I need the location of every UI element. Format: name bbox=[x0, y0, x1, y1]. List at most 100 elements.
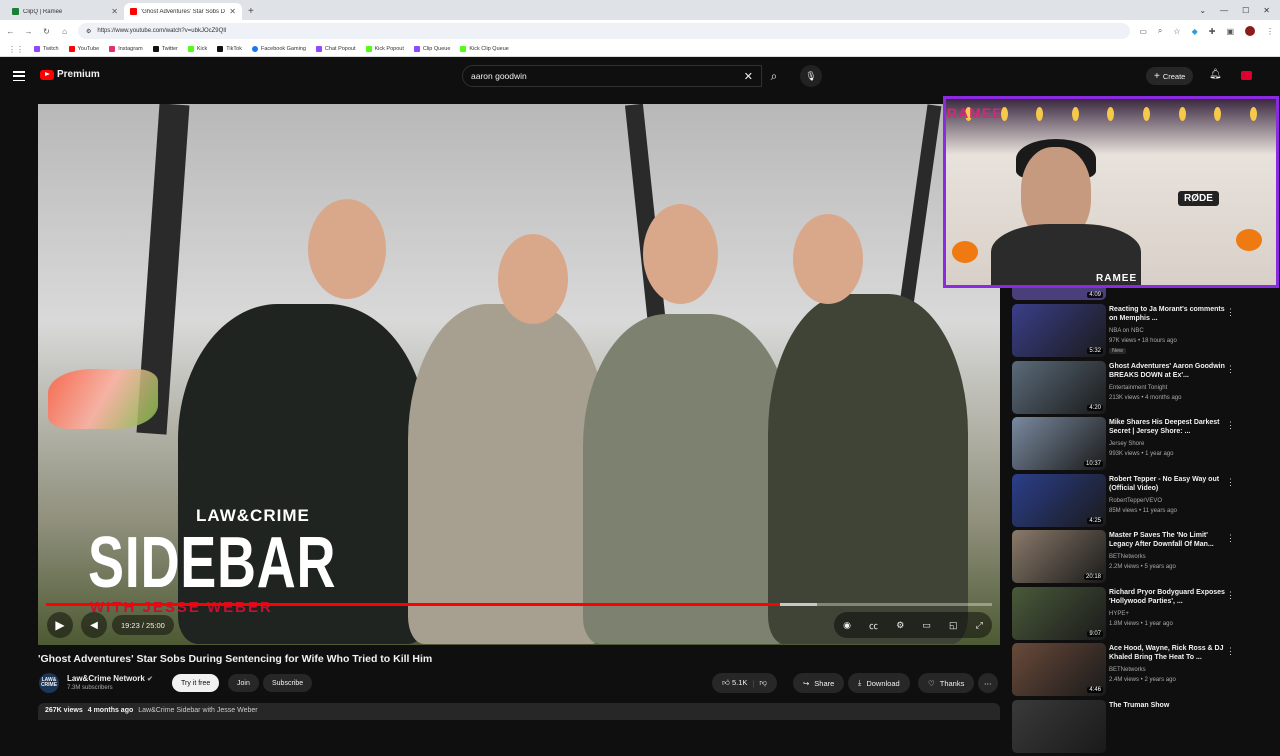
recommended-video[interactable]: 4:46 Ace Hood, Wayne, Rick Ross & DJ Khal… bbox=[1012, 643, 1252, 699]
more-options-icon[interactable]: ⋮ bbox=[1226, 646, 1235, 657]
video-title[interactable]: Mike Shares His Deepest Darkest Secret |… bbox=[1109, 418, 1229, 437]
bookmark[interactable]: Clip Queue bbox=[413, 46, 450, 52]
site-info-icon[interactable]: ⚙ bbox=[86, 28, 91, 35]
video-thumbnail[interactable]: 20:18 bbox=[1012, 530, 1106, 583]
progress-bar[interactable] bbox=[46, 603, 992, 606]
try-it-free-button[interactable]: Try it free bbox=[172, 674, 220, 692]
bookmark[interactable]: Kick Popout bbox=[365, 46, 404, 52]
video-player[interactable]: LAW&CRIME SIDEBAR WITH JESSE WEBER ▶ ◀ 1… bbox=[38, 104, 1000, 645]
like-button[interactable]: 👍︎ 5.1K bbox=[722, 678, 747, 688]
more-options-icon[interactable]: ⋮ bbox=[1226, 307, 1235, 318]
video-thumbnail[interactable]: 4:20 bbox=[1012, 360, 1106, 414]
video-thumbnail[interactable] bbox=[1012, 699, 1106, 753]
share-button[interactable]: ↪ Share bbox=[793, 673, 845, 693]
more-options-icon[interactable]: ⋮ bbox=[1226, 477, 1235, 488]
recommended-video[interactable]: 5:32 Reacting to Ja Morant's comments on … bbox=[1012, 304, 1252, 360]
forward-icon[interactable]: → bbox=[24, 27, 33, 36]
voice-search-button[interactable]: 🎙︎ bbox=[800, 65, 822, 87]
subscribe-button[interactable]: Subscribe bbox=[263, 674, 313, 692]
channel-name[interactable]: HYPE+ bbox=[1109, 611, 1129, 617]
video-title[interactable]: Ace Hood, Wayne, Rick Ross & DJ Khaled B… bbox=[1109, 644, 1229, 663]
channel-name[interactable]: Entertainment Tonight bbox=[1109, 385, 1167, 391]
recommended-video[interactable]: 10:37 Mike Shares His Deepest Darkest Sec… bbox=[1012, 417, 1252, 473]
cast-icon[interactable]: ▭ bbox=[1139, 27, 1147, 36]
search-input[interactable]: aaron goodwin ✕ bbox=[462, 65, 762, 87]
video-title[interactable]: Ghost Adventures' Aaron Goodwin BREAKS D… bbox=[1109, 362, 1229, 381]
channel-name[interactable]: Jersey Shore bbox=[1109, 441, 1144, 447]
home-icon[interactable]: ⌂ bbox=[60, 27, 69, 36]
minimize-icon[interactable]: — bbox=[1220, 6, 1228, 15]
video-title[interactable]: The Truman Show bbox=[1109, 701, 1229, 710]
puzzle-icon[interactable]: ✚ bbox=[1209, 27, 1216, 36]
channel-name[interactable]: RobertTepperVEVO bbox=[1109, 498, 1162, 504]
new-tab-icon[interactable]: + bbox=[242, 3, 260, 20]
apps-icon[interactable]: ⋮⋮ bbox=[8, 45, 24, 54]
tab-search-icon[interactable]: ⌄ bbox=[1199, 6, 1206, 15]
bookmark[interactable]: Chat Popout bbox=[315, 46, 356, 52]
channel-avatar[interactable]: LAW& CRIME bbox=[39, 673, 59, 693]
bookmark[interactable]: TikTok bbox=[217, 46, 242, 52]
search-button[interactable]: ⌕ bbox=[762, 65, 786, 87]
zoom-icon[interactable]: ⌕ bbox=[1158, 26, 1162, 36]
video-thumbnail[interactable]: 4:25 bbox=[1012, 473, 1106, 527]
thanks-button[interactable]: ♡ Thanks bbox=[918, 673, 975, 693]
close-tab-icon[interactable]: ✕ bbox=[111, 7, 118, 16]
cast-icon[interactable]: ◱ bbox=[949, 620, 958, 631]
bookmark[interactable]: Instagram bbox=[109, 46, 143, 52]
clear-search-icon[interactable]: ✕ bbox=[744, 70, 753, 83]
close-window-icon[interactable]: ✕ bbox=[1263, 6, 1270, 15]
create-button[interactable]: + Create bbox=[1146, 67, 1194, 85]
bookmark[interactable]: Twitter bbox=[152, 46, 178, 52]
more-options-icon[interactable]: ⋮ bbox=[1226, 364, 1235, 375]
video-title[interactable]: Reacting to Ja Morant's comments on Memp… bbox=[1109, 305, 1229, 324]
channel-name[interactable]: NBA on NBC bbox=[1109, 328, 1144, 334]
reload-icon[interactable]: ↻ bbox=[42, 27, 51, 36]
sidebar-icon[interactable]: ▣ bbox=[1226, 27, 1234, 36]
channel-name[interactable]: BETNetworks bbox=[1109, 667, 1146, 673]
channel-name[interactable]: BETNetworks bbox=[1109, 554, 1146, 560]
close-tab-icon[interactable]: ✕ bbox=[229, 7, 236, 16]
recommended-video[interactable]: 9:07 Richard Pryor Bodyguard Exposes 'Hol… bbox=[1012, 586, 1252, 643]
bookmark[interactable]: Kick bbox=[187, 46, 207, 52]
recommended-video[interactable]: 4:20 Ghost Adventures' Aaron Goodwin BREA… bbox=[1012, 360, 1252, 417]
more-actions-button[interactable]: ⋯ bbox=[978, 673, 998, 693]
recommended-video[interactable]: 4:25 Robert Tepper - No Easy Way out (Off… bbox=[1012, 473, 1252, 530]
dislike-button[interactable]: 👎︎ bbox=[759, 678, 767, 688]
maximize-icon[interactable]: ☐ bbox=[1242, 6, 1249, 15]
youtube-logo[interactable]: Premium bbox=[40, 69, 100, 80]
notifications-bell-icon[interactable]: 🔔︎ bbox=[1209, 69, 1222, 80]
browser-menu-icon[interactable]: ⋮ bbox=[1266, 27, 1274, 36]
video-thumbnail[interactable]: 5:32 bbox=[1012, 304, 1106, 357]
download-button[interactable]: ⤓ Download bbox=[848, 673, 910, 693]
video-thumbnail[interactable]: 10:37 bbox=[1012, 417, 1106, 470]
browser-tab-clipq[interactable]: ClipQ | Ramee ✕ bbox=[6, 3, 124, 20]
autoplay-toggle-icon[interactable]: ◉ bbox=[843, 620, 851, 631]
bookmark[interactable]: Kick Clip Queue bbox=[460, 46, 509, 52]
description-box[interactable]: 267K views 4 months ago Law&Crime Sideba… bbox=[38, 703, 1000, 720]
join-button[interactable]: Join bbox=[228, 674, 259, 692]
browser-tab-youtube[interactable]: 'Ghost Adventures' Star Sobs D ✕ bbox=[124, 3, 242, 20]
more-options-icon[interactable]: ⋮ bbox=[1226, 590, 1235, 601]
extension-icon[interactable]: ◆ bbox=[1192, 27, 1198, 36]
video-thumbnail[interactable]: 9:07 bbox=[1012, 586, 1106, 640]
recommended-video[interactable]: 20:18 Master P Saves The 'No Limit' Legac… bbox=[1012, 530, 1252, 586]
hamburger-menu-icon[interactable] bbox=[13, 71, 25, 81]
play-button[interactable]: ▶ bbox=[47, 612, 73, 638]
miniplayer-icon[interactable]: ▭ bbox=[922, 620, 931, 631]
volume-button[interactable]: ◀ bbox=[81, 612, 107, 638]
fullscreen-icon[interactable]: ⤢ bbox=[976, 620, 983, 631]
back-icon[interactable]: ← bbox=[6, 27, 15, 36]
profile-avatar[interactable] bbox=[1245, 26, 1255, 36]
url-field[interactable]: ⚙ https://www.youtube.com/watch?v=ubkJOc… bbox=[78, 23, 1131, 39]
bookmark[interactable]: Twitch bbox=[34, 46, 59, 52]
account-avatar[interactable] bbox=[1241, 71, 1252, 80]
video-title[interactable]: Richard Pryor Bodyguard Exposes 'Hollywo… bbox=[1109, 588, 1229, 607]
captions-icon[interactable]: ㏄ bbox=[869, 619, 878, 632]
video-title[interactable]: Master P Saves The 'No Limit' Legacy Aft… bbox=[1109, 531, 1229, 550]
video-title[interactable]: Robert Tepper - No Easy Way out (Officia… bbox=[1109, 475, 1229, 494]
more-options-icon[interactable]: ⋮ bbox=[1226, 533, 1235, 544]
settings-gear-icon[interactable]: ⚙ bbox=[896, 620, 904, 631]
bookmark[interactable]: YouTube bbox=[68, 46, 99, 52]
bookmark-star-icon[interactable]: ☆ bbox=[1173, 27, 1180, 36]
bookmark[interactable]: Facebook Gaming bbox=[251, 46, 306, 52]
